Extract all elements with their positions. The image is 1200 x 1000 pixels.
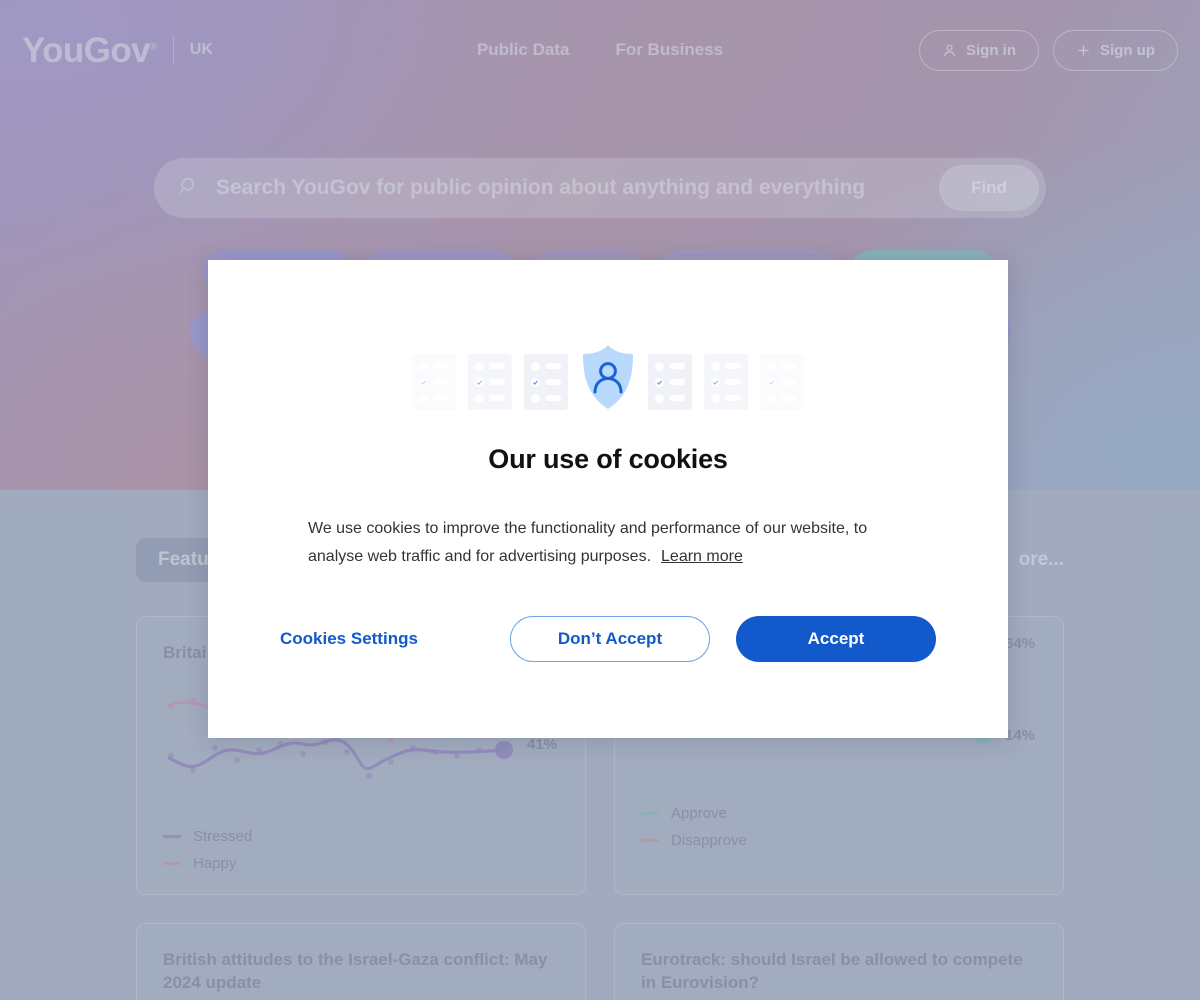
modal-actions: Cookies Settings Don’t Accept Accept bbox=[280, 615, 936, 662]
accept-button[interactable]: Accept bbox=[736, 615, 936, 662]
document-card-icon bbox=[704, 354, 748, 410]
cookies-settings-button[interactable]: Cookies Settings bbox=[280, 629, 418, 649]
privacy-shield-icon bbox=[580, 344, 636, 410]
shield-svg bbox=[583, 345, 633, 409]
document-card-icon bbox=[648, 354, 692, 410]
document-card-icon bbox=[412, 354, 456, 410]
document-card-icon bbox=[760, 354, 804, 410]
modal-body-copy: We use cookies to improve the functional… bbox=[308, 520, 868, 565]
cookie-illustration bbox=[412, 344, 804, 410]
cookie-consent-modal: Our use of cookies We use cookies to imp… bbox=[208, 260, 1008, 738]
modal-body-text: We use cookies to improve the functional… bbox=[308, 515, 908, 571]
page-root: YouGov® UK Public Data For Business Sign… bbox=[0, 0, 1200, 1000]
document-card-icon bbox=[524, 354, 568, 410]
document-card-icon bbox=[468, 354, 512, 410]
dont-accept-button[interactable]: Don’t Accept bbox=[510, 615, 710, 662]
modal-title: Our use of cookies bbox=[488, 444, 728, 474]
learn-more-link[interactable]: Learn more bbox=[661, 548, 743, 565]
